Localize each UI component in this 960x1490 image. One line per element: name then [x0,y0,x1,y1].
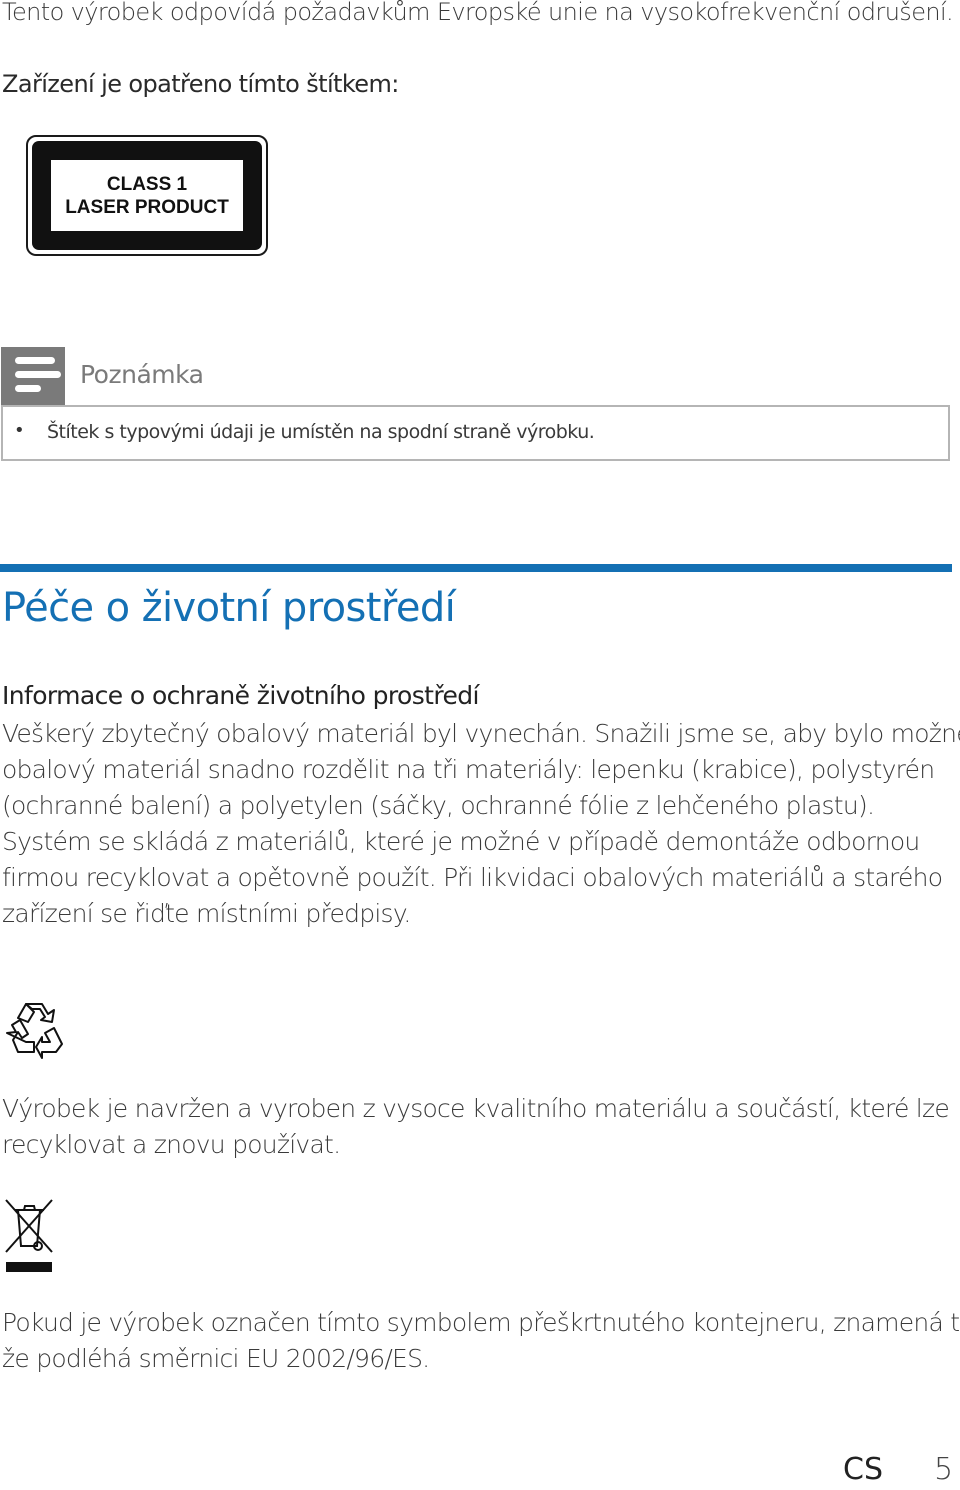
laser-label-frame: CLASS 1 LASER PRODUCT [32,141,262,250]
label-statement: Zařízení je opatřeno tímto štítkem: [2,70,399,98]
emc-statement: Tento výrobek odpovídá požadavkům Evrops… [2,0,954,26]
recycle-icon [6,1003,63,1059]
paragraph-line: Systém se skládá z materiálů, které je m… [2,827,920,856]
paragraph-line: Pokud je výrobek označen tímto symbolem … [2,1308,960,1337]
paragraph-line: obalový materiál snadno rozdělit na tři … [2,755,935,784]
paragraph-line: recyklovat a znovu používat. [2,1130,341,1159]
packaging-paragraph: Veškerý zbytečný obalový materiál byl vy… [2,716,960,932]
sub-heading: Informace o ochraně životního prostředí [2,681,479,710]
laser-class: CLASS 1 [106,173,188,195]
paragraph-line: firmou recyklovat a opětovně použít. Při… [2,863,943,892]
note-item: Štítek s typovými údaji je umístěn na sp… [47,421,595,443]
paragraph-line: (ochranné balení) a polyetylen (sáčky, o… [2,791,875,820]
section-divider [0,564,952,572]
crossed-out-bin-icon [5,1199,53,1272]
paragraph-line: Výrobek je navržen a vyroben z vysoce kv… [2,1094,950,1123]
paragraph-line: Veškerý zbytečný obalový materiál byl vy… [2,719,960,748]
weee-paragraph: Pokud je výrobek označen tímto symbolem … [2,1305,960,1377]
laser-product: LASER PRODUCT [65,196,229,218]
section-title: Péče o životní prostředí [2,585,456,631]
laser-product-label: CLASS 1 LASER PRODUCT [26,135,268,256]
page-number: 5 [934,1452,954,1487]
bullet: • [14,420,25,441]
paragraph-line: zařízení se řiďte místními předpisy. [2,899,411,928]
recyclable-paragraph: Výrobek je navržen a vyroben z vysoce kv… [2,1091,950,1163]
note-title: Poznámka [80,360,204,389]
note-icon [1,347,65,405]
laser-label-text: CLASS 1 LASER PRODUCT [51,160,243,231]
language-code: CS [843,1452,883,1487]
paragraph-line: že podléhá směrnici EU 2002/96/ES. [2,1344,430,1373]
